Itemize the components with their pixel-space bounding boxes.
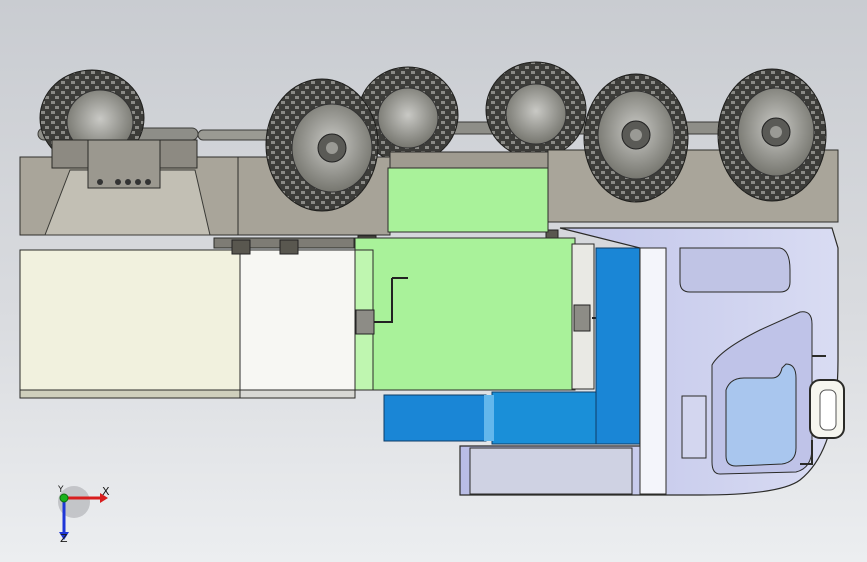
cad-viewport[interactable]: X Y Z <box>0 0 867 562</box>
cargo-box-cream <box>19 249 241 399</box>
triad-z-label: Z <box>60 532 68 545</box>
triad-y-axis <box>59 493 69 503</box>
wheel-front-4 <box>717 68 827 202</box>
triad-y-label: Y <box>58 485 64 495</box>
orientation-triad[interactable] <box>30 470 140 560</box>
triad-x-label: X <box>102 485 110 498</box>
cargo-box-white <box>239 249 356 399</box>
wheel-front-3 <box>583 73 689 203</box>
wheel-front-2 <box>265 78 379 212</box>
wheel-rear-4 <box>485 61 587 159</box>
green-box <box>354 167 576 391</box>
